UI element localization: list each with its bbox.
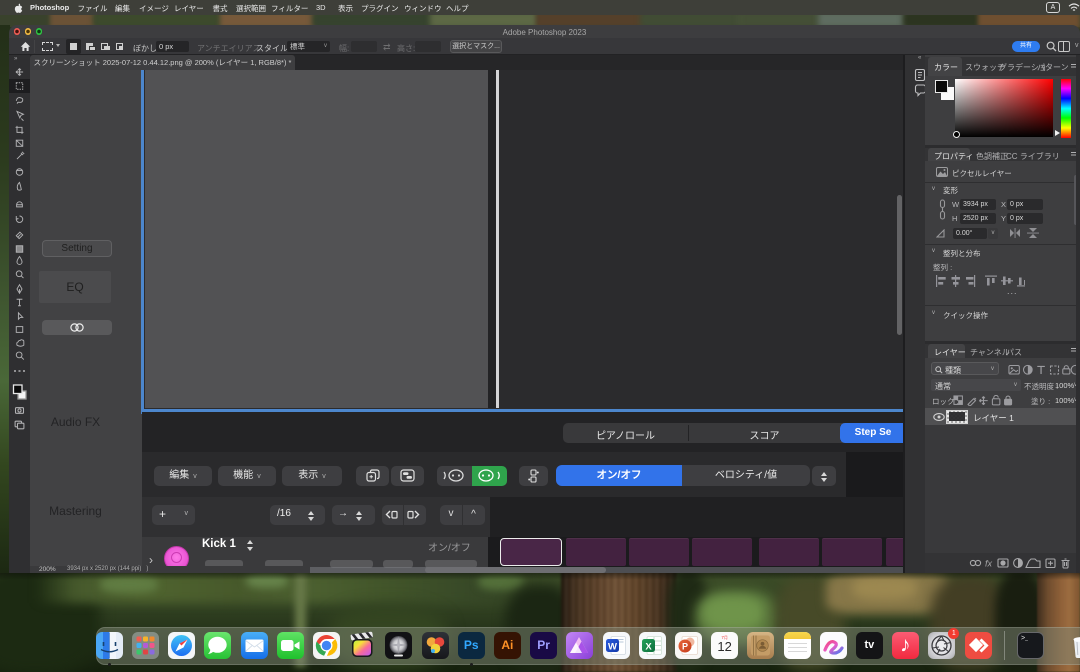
svg-text:W: W: [608, 641, 617, 652]
svg-text:P: P: [682, 641, 688, 651]
svg-text:X: X: [645, 641, 652, 652]
svg-text:fx: fx: [985, 559, 993, 569]
